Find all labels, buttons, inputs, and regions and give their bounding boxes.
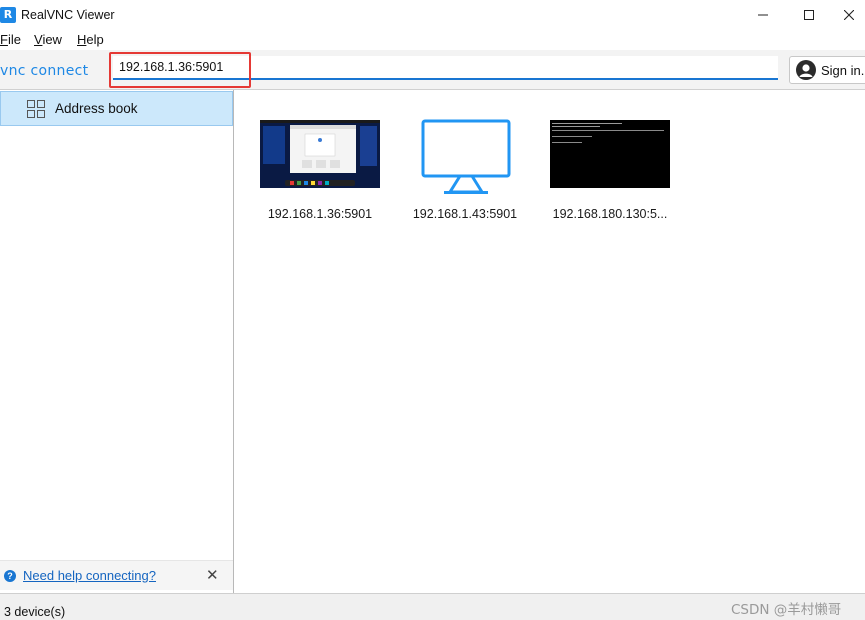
menu-file-mnemonic: F <box>0 32 8 47</box>
need-help-link[interactable]: Need help connecting? <box>23 568 156 583</box>
status-bar: 3 device(s) CSDN @羊村懒哥 <box>0 593 865 620</box>
sign-in-label: Sign in.. <box>821 62 865 78</box>
menu-bar: File View Help <box>0 30 865 50</box>
sidebar-item-label: Address book <box>55 101 138 116</box>
menu-view-label: iew <box>42 32 62 47</box>
vnc-connect-wordmark: vnc connect <box>0 63 89 79</box>
device-grid: 192.168.1.36:5901 192.168.1.43:5901 192.… <box>235 90 865 593</box>
desktop-screenshot-image <box>260 120 380 188</box>
menu-view[interactable]: View <box>34 32 62 47</box>
device-label: 192.168.1.43:5901 <box>412 207 518 221</box>
close-help-button[interactable]: ✕ <box>206 568 219 583</box>
realvnc-viewer-window: R RealVNC Viewer File View Help vnc conn… <box>0 0 865 620</box>
user-avatar-icon <box>796 60 816 80</box>
desktop-screenshot-thumbnail <box>260 120 380 188</box>
window-title: RealVNC Viewer <box>21 8 115 22</box>
device-tile[interactable]: 192.168.1.43:5901 <box>395 118 535 228</box>
address-input[interactable] <box>113 56 778 80</box>
grid-icon <box>27 99 45 118</box>
monitor-icon <box>421 119 511 194</box>
menu-file-label: ile <box>7 32 21 47</box>
menu-help-label: elp <box>86 32 104 47</box>
menu-file[interactable]: File <box>0 32 21 47</box>
sign-in-button[interactable]: Sign in.. <box>789 56 865 84</box>
close-icon <box>843 10 854 20</box>
terminal-screenshot-thumbnail <box>550 120 670 188</box>
maximize-icon <box>804 10 814 20</box>
device-tile[interactable]: 192.168.1.36:5901 <box>250 118 390 228</box>
watermark: CSDN @羊村懒哥 <box>731 602 842 618</box>
menu-help[interactable]: Help <box>77 32 104 47</box>
vnc-connect-logo: vnc connect <box>0 61 106 83</box>
menu-help-mnemonic: H <box>77 32 87 47</box>
monitor-icon-thumbnail <box>420 118 512 196</box>
device-tile[interactable]: 192.168.180.130:5... <box>540 118 680 228</box>
sidebar: Address book ? Need help connecting? ✕ <box>0 90 234 593</box>
minimize-icon <box>758 14 768 16</box>
minimize-button[interactable] <box>740 0 786 30</box>
sidebar-item-address-book[interactable]: Address book <box>0 91 233 126</box>
toolbar: vnc connect Sign in.. <box>0 50 865 90</box>
close-button[interactable] <box>832 0 865 30</box>
realvnc-app-icon: R <box>0 7 16 23</box>
title-bar: R RealVNC Viewer <box>0 0 865 30</box>
maximize-button[interactable] <box>786 0 832 30</box>
device-label: 192.168.180.130:5... <box>552 207 668 221</box>
question-icon: ? <box>4 569 16 582</box>
svg-text:vnc connect: vnc connect <box>0 63 89 79</box>
device-label: 192.168.1.36:5901 <box>267 207 373 221</box>
device-count: 3 device(s) <box>4 605 66 619</box>
help-bar: ? Need help connecting? ✕ <box>0 560 233 590</box>
terminal-screenshot-image <box>550 120 670 188</box>
